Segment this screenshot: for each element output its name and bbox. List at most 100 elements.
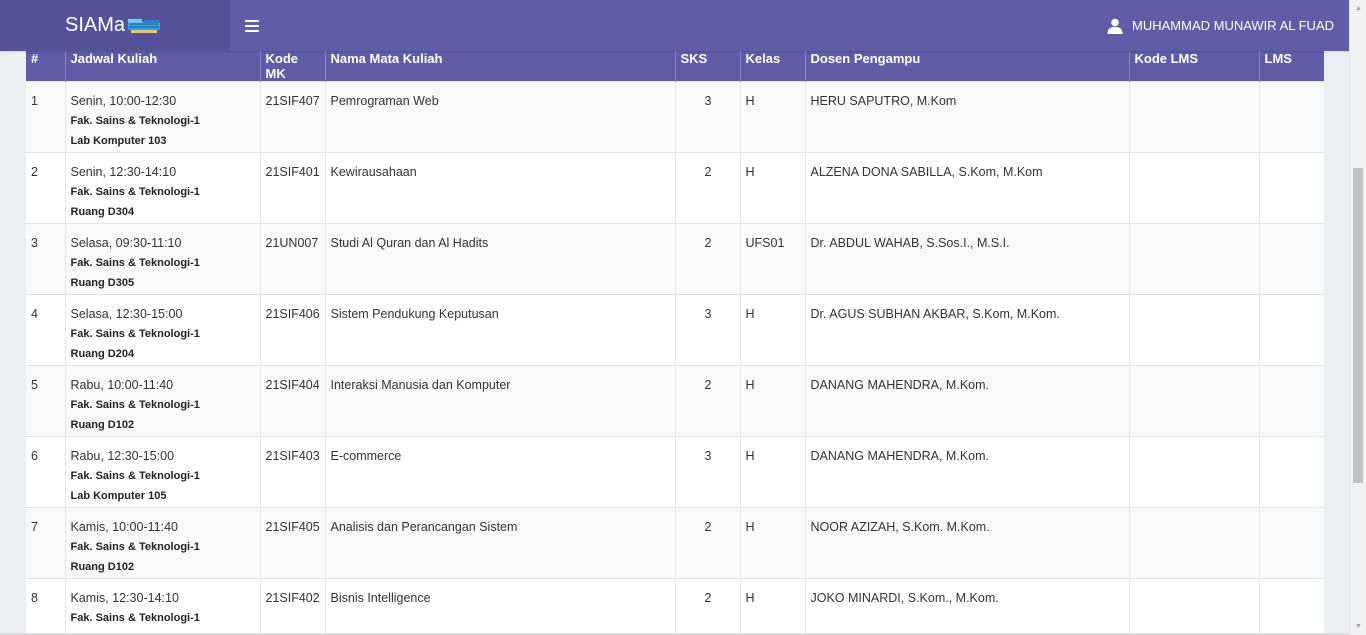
table-row: 5 Rabu, 10:00-11:40 Fak. Sains & Teknologi… (26, 365, 1324, 437)
top-navbar: SIAMa MUHAMMAD MUNAWIR AL FUAD (0, 0, 1349, 51)
table-row: 1 Senin, 10:00-12:30 Fak. Sains & Teknolog… (26, 81, 1324, 153)
cell-kode-mk: 21SIF407 (260, 81, 326, 153)
cell-nama-mk: Pemrograman Web (325, 81, 676, 153)
content-area: # Jadwal Kuliah Kode MK Nama Mata Kuliah… (0, 0, 1349, 635)
cell-no: 4 (26, 294, 66, 366)
hamburger-icon[interactable] (245, 19, 259, 32)
schedule-room: Ruang D204 (70, 348, 135, 360)
cell-nama-mk: Studi Al Quran dan Al Hadits (325, 223, 676, 295)
cell-kelas: H (740, 578, 806, 635)
cell-dosen: NOOR AZIZAH, S.Kom. M.Kom. (805, 507, 1130, 579)
schedule-faculty: Fak. Sains & Teknologi-1 (70, 186, 200, 198)
schedule-faculty: Fak. Sains & Teknologi-1 (70, 470, 200, 482)
cell-nama-mk: Interaksi Manusia dan Komputer (325, 365, 676, 437)
cell-lms (1259, 152, 1324, 224)
cell-kelas: H (740, 436, 806, 508)
cell-kelas: H (740, 81, 806, 153)
cell-kode-mk: 21SIF404 (260, 365, 326, 437)
cell-kode-lms (1129, 436, 1260, 508)
cell-no: 2 (26, 152, 66, 224)
cell-sks: 2 (675, 223, 741, 295)
cell-sks: 2 (675, 507, 741, 579)
cell-kode-lms (1129, 152, 1260, 224)
cell-kelas: UFS01 (740, 223, 806, 295)
table-row: 2 Senin, 12:30-14:10 Fak. Sains & Teknolog… (26, 152, 1324, 224)
brand-name: SIAMa (65, 14, 126, 36)
cell-no: 7 (26, 507, 66, 579)
cell-kelas: H (740, 152, 806, 224)
cell-kode-mk: 21SIF401 (260, 152, 326, 224)
cell-kode-lms (1129, 223, 1260, 295)
cell-jadwal: Rabu, 10:00-11:40 Fak. Sains & Teknologi-… (65, 365, 261, 437)
user-name: MUHAMMAD MUNAWIR AL FUAD (1132, 18, 1334, 33)
cell-kode-lms (1129, 507, 1260, 579)
schedule-faculty: Fak. Sains & Teknologi-1 (70, 399, 200, 411)
cell-kode-mk: 21SIF402 (260, 578, 326, 635)
user-menu[interactable]: MUHAMMAD MUNAWIR AL FUAD (1107, 18, 1334, 34)
scroll-down-arrow-icon[interactable]: ▼ (1350, 618, 1366, 635)
schedule-room: Ruang D102 (70, 419, 135, 431)
cell-jadwal: Kamis, 10:00-11:40 Fak. Sains & Teknologi… (65, 507, 261, 579)
schedule-table-container: # Jadwal Kuliah Kode MK Nama Mata Kuliah… (26, 44, 1324, 635)
cell-jadwal: Senin, 12:30-14:10 Fak. Sains & Teknologi… (65, 152, 261, 224)
cell-kode-lms (1129, 578, 1260, 635)
user-icon (1107, 18, 1123, 34)
schedule-room: Lab Komputer 103 (70, 135, 167, 147)
cell-kode-mk: 21SIF406 (260, 294, 326, 366)
schedule-faculty: Fak. Sains & Teknologi-1 (70, 115, 200, 127)
schedule-time: Senin, 12:30-14:10 (70, 165, 177, 179)
cell-kelas: H (740, 507, 806, 579)
schedule-room: Ruang D305 (70, 277, 135, 289)
cell-nama-mk: Bisnis Intelligence (325, 578, 676, 635)
cell-kode-lms (1129, 365, 1260, 437)
cell-no: 5 (26, 365, 66, 437)
cell-kode-lms (1129, 81, 1260, 153)
brand[interactable]: SIAMa (0, 0, 230, 51)
schedule-table: # Jadwal Kuliah Kode MK Nama Mata Kuliah… (26, 44, 1324, 635)
cell-lms (1259, 223, 1324, 295)
cell-lms (1259, 81, 1324, 153)
schedule-faculty: Fak. Sains & Teknologi-1 (70, 612, 200, 624)
schedule-time: Kamis, 12:30-14:10 (70, 591, 179, 605)
cell-dosen: Dr. AGUS SUBHAN AKBAR, S.Kom, M.Kom. (805, 294, 1130, 366)
schedule-time: Selasa, 12:30-15:00 (70, 307, 183, 321)
cell-nama-mk: Sistem Pendukung Keputusan (325, 294, 676, 366)
schedule-faculty: Fak. Sains & Teknologi-1 (70, 257, 200, 269)
cell-no: 6 (26, 436, 66, 508)
cell-sks: 3 (675, 294, 741, 366)
schedule-room: Ruang D304 (70, 206, 135, 218)
cell-kode-mk: 21SIF405 (260, 507, 326, 579)
cell-jadwal: Kamis, 12:30-14:10 Fak. Sains & Teknologi… (65, 578, 261, 635)
cell-lms (1259, 578, 1324, 635)
table-row: 7 Kamis, 10:00-11:40 Fak. Sains & Teknolog… (26, 507, 1324, 579)
vertical-scrollbar[interactable]: ▲ ▼ (1349, 0, 1366, 635)
cell-dosen: DANANG MAHENDRA, M.Kom. (805, 365, 1130, 437)
cell-jadwal: Selasa, 12:30-15:00 Fak. Sains & Teknolog… (65, 294, 261, 366)
cell-jadwal: Selasa, 09:30-11:10 Fak. Sains & Teknolog… (65, 223, 261, 295)
cell-sks: 3 (675, 81, 741, 153)
cell-lms (1259, 365, 1324, 437)
table-row: 3 Selasa, 09:30-11:10 Fak. Sains & Teknolo… (26, 223, 1324, 295)
table-row: 4 Selasa, 12:30-15:00 Fak. Sains & Teknolo… (26, 294, 1324, 366)
cell-dosen: ALZENA DONA SABILLA, S.Kom, M.Kom (805, 152, 1130, 224)
cell-jadwal: Senin, 10:00-12:30 Fak. Sains & Teknologi… (65, 81, 261, 153)
cell-dosen: DANANG MAHENDRA, M.Kom. (805, 436, 1130, 508)
schedule-time: Rabu, 12:30-15:00 (70, 449, 175, 463)
cell-kelas: H (740, 365, 806, 437)
cell-lms (1259, 436, 1324, 508)
scroll-up-arrow-icon[interactable]: ▲ (1350, 0, 1366, 17)
cell-sks: 3 (675, 436, 741, 508)
cell-kode-lms (1129, 294, 1260, 366)
cell-dosen: JOKO MINARDI, S.Kom., M.Kom. (805, 578, 1130, 635)
cell-sks: 2 (675, 578, 741, 635)
scroll-thumb[interactable] (1353, 168, 1363, 483)
schedule-time: Rabu, 10:00-11:40 (70, 378, 174, 392)
table-row: 8 Kamis, 12:30-14:10 Fak. Sains & Teknolog… (26, 578, 1324, 635)
schedule-time: Selasa, 09:30-11:10 (70, 236, 182, 250)
cell-lms (1259, 507, 1324, 579)
schedule-faculty: Fak. Sains & Teknologi-1 (70, 541, 200, 553)
cell-no: 3 (26, 223, 66, 295)
cell-sks: 2 (675, 152, 741, 224)
cell-kode-mk: 21SIF403 (260, 436, 326, 508)
cell-nama-mk: E-commerce (325, 436, 676, 508)
